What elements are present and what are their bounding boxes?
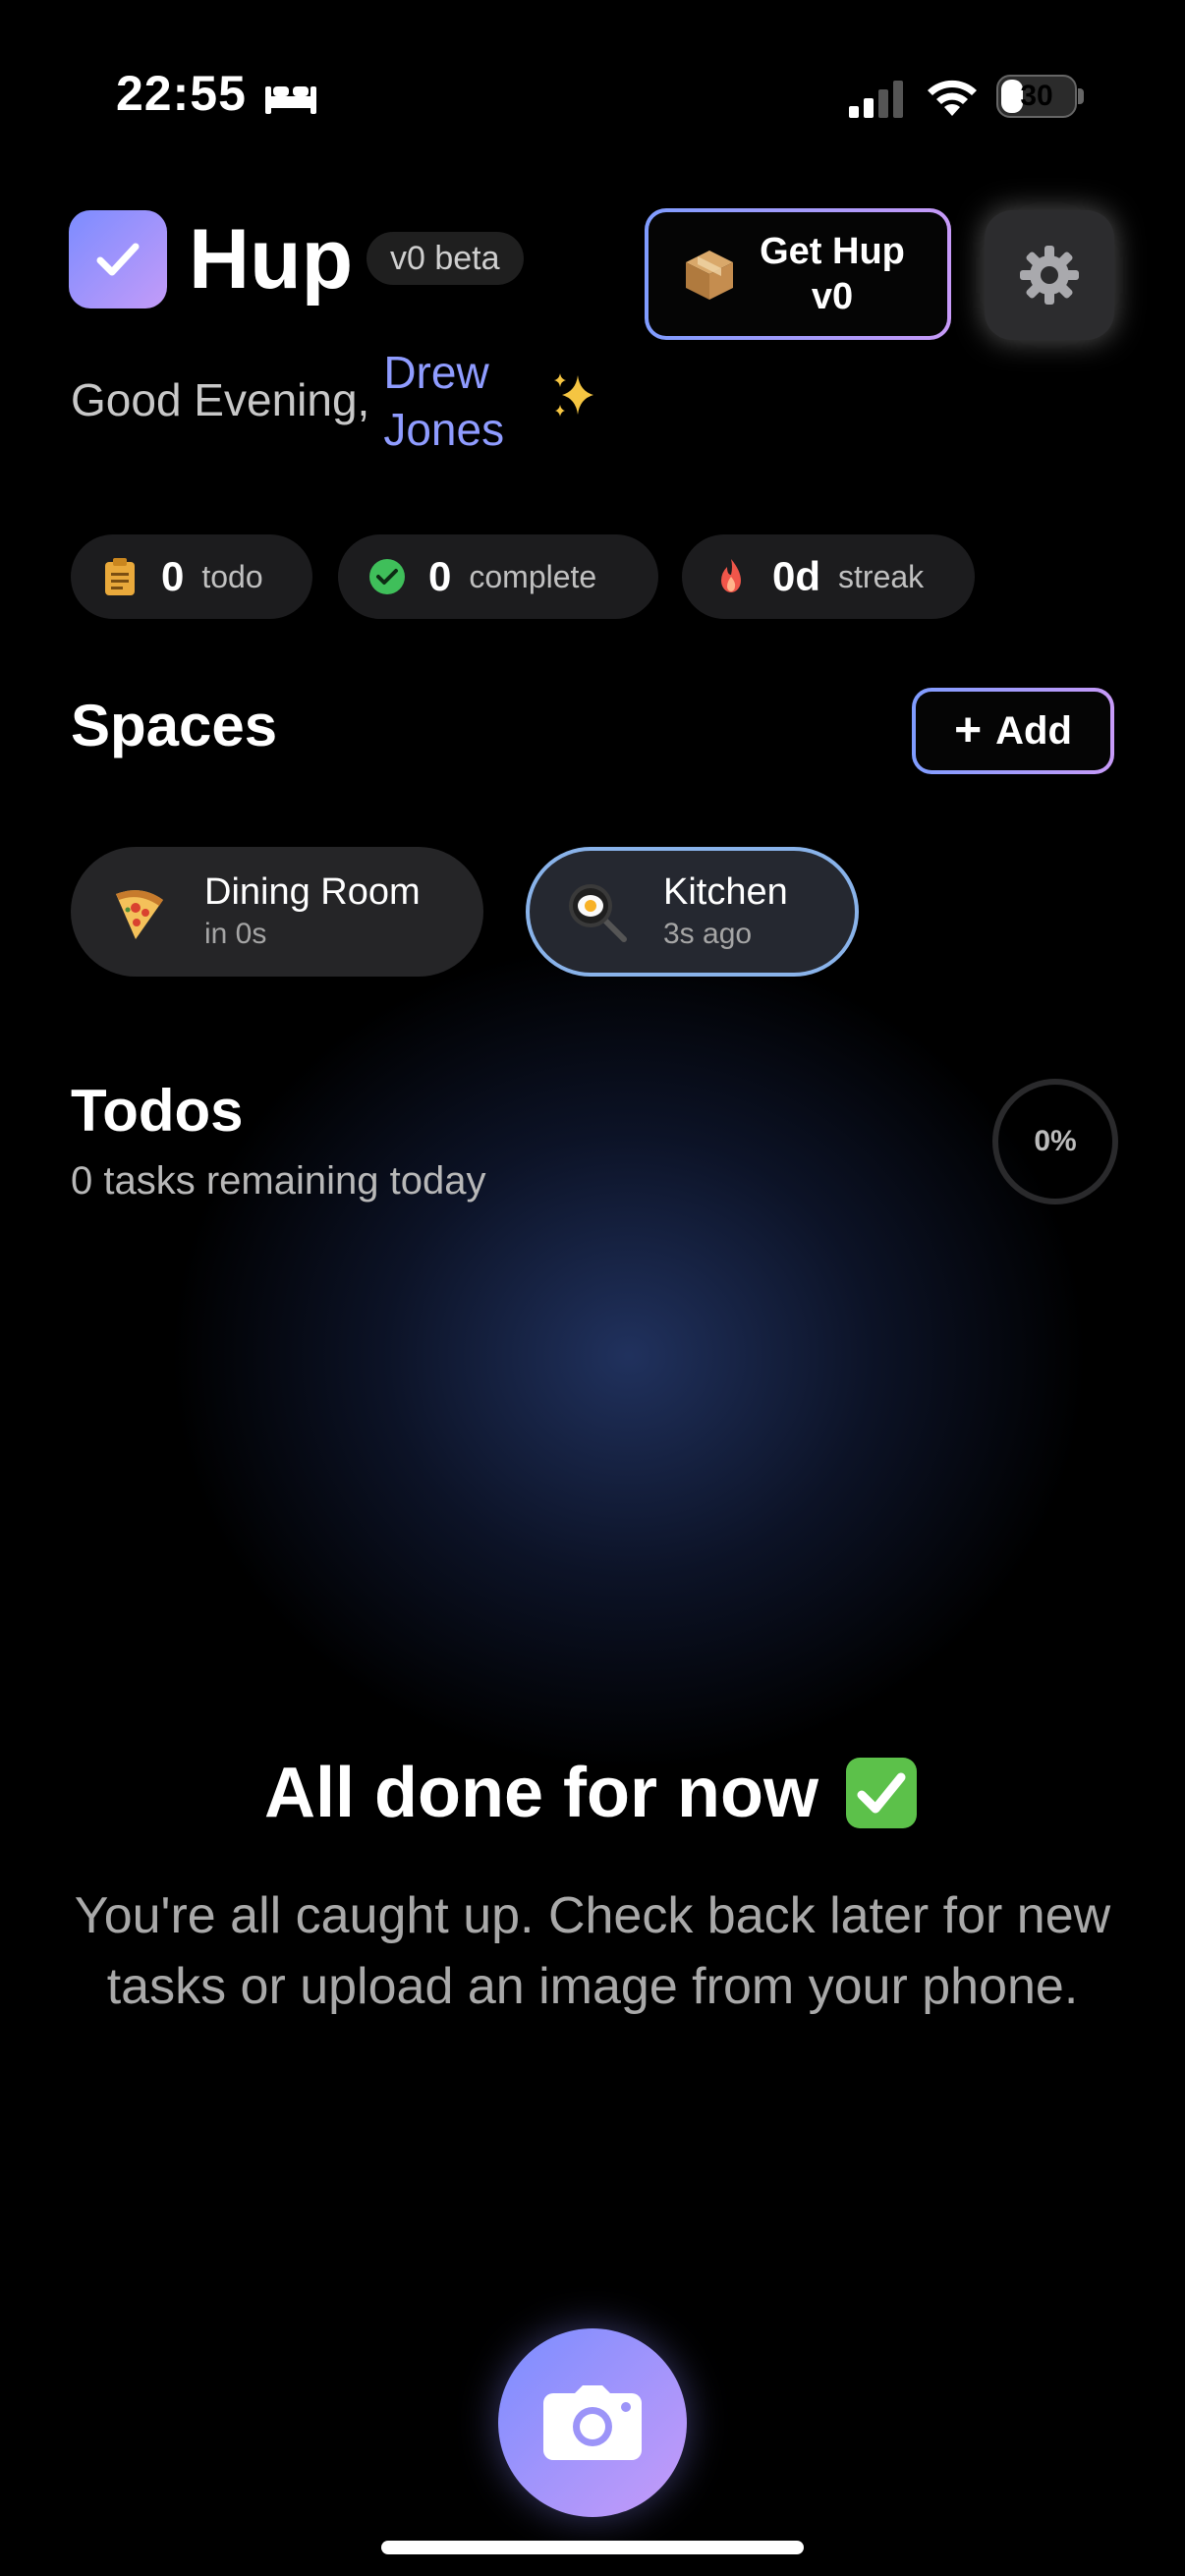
space-card-dining-room[interactable]: Dining Room in 0s (71, 847, 483, 977)
user-first-name: Drew (383, 347, 489, 398)
empty-state-title: All done for now (0, 1749, 1185, 1837)
user-last-name: Jones (383, 404, 505, 455)
stat-streak-value: 0d (772, 553, 821, 599)
gear-icon (1020, 246, 1079, 305)
space-time: 3s ago (663, 918, 753, 950)
stat-todo-label: todo (201, 558, 263, 594)
check-circle-icon (369, 559, 405, 594)
stat-complete-label: complete (469, 558, 597, 594)
camera-icon (543, 2385, 642, 2460)
space-card-kitchen[interactable]: Kitchen 3s ago (526, 847, 859, 977)
space-card-text: Dining Room in 0s (204, 869, 421, 954)
progress-percent: 0% (1034, 1125, 1077, 1157)
app-title: Hup (189, 212, 354, 307)
stat-streak-label: streak (838, 558, 925, 594)
battery-level: 30 (1020, 80, 1053, 112)
camera-button[interactable] (498, 2328, 687, 2517)
app-screen: 22:55 30 Hup v0 beta Get Hup v0 Good Eve… (0, 0, 1185, 2576)
stat-complete-value: 0 (428, 553, 452, 599)
bed-icon (265, 86, 316, 114)
home-indicator[interactable] (381, 2541, 804, 2554)
add-space-button[interactable]: + Add (912, 688, 1114, 774)
stat-streak: 0d streak (682, 534, 975, 619)
status-bar: 22:55 30 (0, 0, 1185, 187)
wifi-icon (928, 80, 977, 116)
greeting-text: Good Evening, (71, 374, 370, 425)
checkmark-icon (96, 243, 140, 276)
stat-complete: 0 complete (338, 534, 658, 619)
get-hup-label-line1: Get Hup (760, 231, 905, 272)
check-mark-button-icon (845, 1758, 917, 1828)
get-hup-label-line2: v0 (811, 276, 854, 317)
settings-button[interactable] (985, 210, 1114, 340)
fire-icon (721, 559, 741, 592)
user-name: Drew Jones (383, 344, 531, 458)
space-name: Kitchen (663, 871, 788, 913)
add-space-label: Add (995, 708, 1072, 753)
battery-icon: 30 (996, 75, 1077, 118)
space-name: Dining Room (204, 871, 421, 913)
cellular-signal-icon (849, 81, 903, 118)
space-card-text: Kitchen 3s ago (663, 869, 788, 954)
stat-todo-value: 0 (161, 553, 185, 599)
empty-state-description: You're all caught up. Check back later f… (74, 1887, 1111, 2015)
stat-todo: 0 todo (71, 534, 312, 619)
empty-state-title-text: All done for now (264, 1754, 818, 1832)
get-hup-label: Get Hup v0 (737, 229, 947, 319)
todos-subtitle: 0 tasks remaining today (71, 1159, 486, 1203)
clipboard-icon (105, 558, 135, 595)
pizza-icon (116, 890, 163, 939)
frying-pan-icon (569, 884, 627, 942)
version-badge: v0 beta (367, 232, 524, 285)
get-hup-button[interactable]: Get Hup v0 (645, 208, 951, 340)
battery-nub (1078, 88, 1084, 104)
space-time: in 0s (204, 918, 267, 950)
sparkles-icon (554, 373, 594, 417)
todos-title: Todos (71, 1078, 244, 1144)
status-time: 22:55 (116, 66, 247, 121)
plus-icon: + (954, 704, 983, 756)
spaces-title: Spaces (71, 693, 278, 758)
app-logo (69, 210, 167, 308)
greeting: Good Evening, Drew Jones (71, 344, 601, 458)
package-icon (686, 251, 733, 300)
